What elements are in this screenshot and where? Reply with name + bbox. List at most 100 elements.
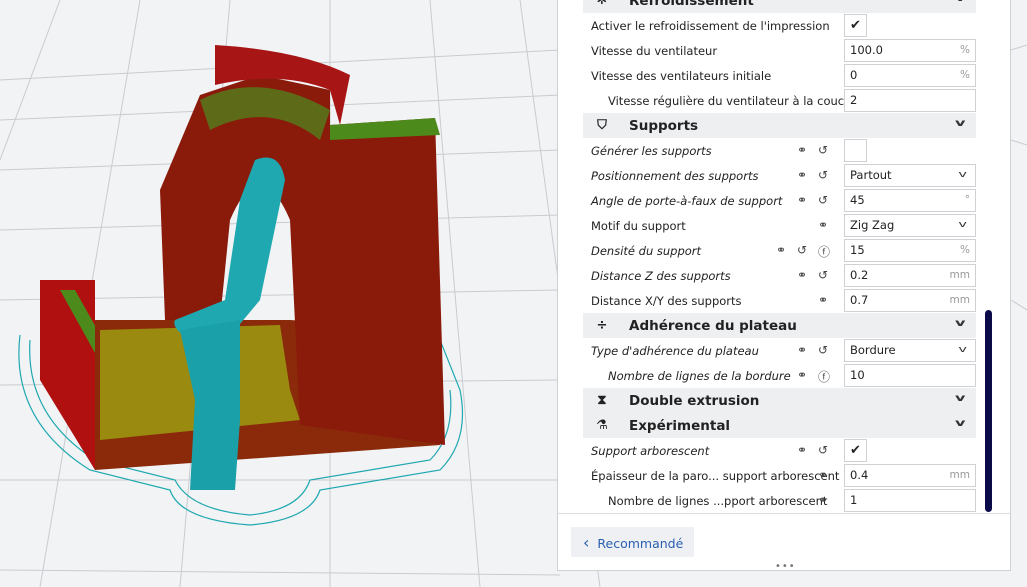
category-label: Supports (629, 117, 699, 134)
setting-checkbox[interactable]: ✔ (844, 439, 867, 462)
support-icon: ⛉ (597, 118, 607, 133)
setting-row: Support arborescent ⚭ ↺ ✔ (583, 438, 976, 463)
input-value: 0.2 (850, 268, 869, 282)
setting-select[interactable]: Bordure v (844, 339, 976, 362)
setting-label: Distance Z des supports (591, 268, 731, 283)
setting-input[interactable]: 45 ° (844, 189, 976, 212)
link-icon: ⚭ (797, 143, 808, 157)
setting-input[interactable]: 1 (844, 489, 976, 512)
select-value: Partout (850, 168, 892, 182)
setting-input[interactable]: 15% (844, 239, 976, 262)
link-icon: ⚭ (797, 443, 808, 457)
3d-model (40, 45, 445, 490)
reset-icon[interactable]: ↺ (818, 168, 828, 182)
setting-label: Angle de porte-à-faux de support (591, 193, 783, 208)
setting-row: Distance Z des supports ⚭ ↺ 0.2 mm (583, 263, 976, 288)
setting-row: Vitesse régulière du ventilateur à la co… (583, 88, 976, 113)
reset-icon[interactable]: ↺ (797, 243, 807, 257)
chevron-down-icon: v (955, 118, 966, 129)
resize-handle[interactable]: ••• (775, 562, 796, 572)
setting-label: Épaisseur de la paro... support arboresc… (591, 468, 840, 483)
input-value: 45 (850, 193, 865, 207)
setting-row: Nombre de lignes de la bordure ⚭ ⓕ 10 (583, 363, 976, 388)
flask-icon: ⚗ (596, 418, 608, 433)
link-icon: ⚭ (818, 493, 829, 507)
unit-label: % (960, 69, 970, 81)
category-exp-rimental[interactable]: ⚗ Expérimental v (583, 413, 976, 438)
setting-select[interactable]: Partout v (844, 164, 976, 187)
setting-row: Activer le refroidissement de l'impressi… (583, 13, 976, 38)
setting-label: Nombre de lignes de la bordure (608, 368, 791, 383)
reset-icon[interactable]: ↺ (818, 268, 828, 282)
link-icon: ⚭ (818, 218, 829, 232)
category-label: Expérimental (629, 417, 731, 434)
link-icon: ⚭ (818, 468, 829, 482)
setting-input[interactable]: 0.2 mm (844, 264, 976, 287)
setting-input[interactable]: 100.0% (844, 39, 976, 62)
category-supports[interactable]: ⛉ Supports v (583, 113, 976, 138)
input-value: 100.0 (850, 43, 883, 57)
reset-icon[interactable]: ↺ (818, 193, 828, 207)
setting-row: Positionnement des supports ⚭ ↺ Partout v (583, 163, 976, 188)
unit-label: mm (949, 294, 970, 306)
setting-label: Vitesse du ventilateur (591, 43, 718, 58)
chevron-down-icon: v (955, 318, 966, 329)
scrollbar[interactable] (985, 310, 992, 512)
setting-label: Distance X/Y des supports (591, 293, 742, 308)
chevron-down-icon: v (955, 418, 966, 429)
category-double-extrusion[interactable]: ⧗ Double extrusion v (583, 388, 976, 413)
reset-icon[interactable]: ↺ (818, 443, 828, 457)
setting-input[interactable]: 0% (844, 64, 976, 87)
link-icon: ⚭ (797, 168, 808, 182)
input-value: 10 (850, 368, 865, 382)
input-value: 0 (850, 68, 858, 82)
settings-list[interactable]: ✲ Refroidissement v Activer le refroidissem… (583, 0, 976, 513)
reset-icon[interactable]: ↺ (818, 343, 828, 357)
chevron-down-icon: v (955, 393, 966, 404)
setting-checkbox[interactable]: ✔ (844, 14, 867, 37)
fan-icon: ✲ (596, 0, 608, 8)
input-value: 0.7 (850, 293, 869, 307)
link-icon: ⚭ (818, 293, 829, 307)
link-icon: ⚭ (797, 343, 808, 357)
input-value: 2 (850, 93, 858, 107)
reset-icon[interactable]: ↺ (818, 143, 828, 157)
category-label: Adhérence du plateau (629, 317, 797, 334)
adhesion-icon: ÷ (596, 318, 608, 333)
link-icon: ⚭ (776, 243, 787, 257)
setting-input[interactable]: 2 (844, 89, 976, 112)
select-value: Zig Zag (850, 218, 895, 232)
setting-row: Épaisseur de la paro... support arboresc… (583, 463, 976, 488)
setting-label: Support arborescent (591, 443, 710, 458)
select-value: Bordure (850, 343, 896, 357)
category-refroidissement[interactable]: ✲ Refroidissement v (583, 0, 976, 13)
setting-label: Nombre de lignes ...pport arborescent (608, 493, 828, 508)
category-label: Double extrusion (629, 392, 760, 409)
chevron-down-icon: v (958, 345, 967, 355)
unit-label: % (960, 244, 970, 256)
link-icon: ⚭ (797, 368, 808, 382)
setting-select[interactable]: Zig Zag v (844, 214, 976, 237)
setting-label: Motif du support (591, 218, 686, 233)
function-icon[interactable]: ⓕ (818, 368, 830, 385)
input-value: 1 (850, 493, 858, 507)
setting-checkbox[interactable] (844, 139, 867, 162)
check-icon: ✔ (850, 443, 861, 458)
setting-input[interactable]: 10 (844, 364, 976, 387)
divider (558, 513, 1010, 514)
setting-input[interactable]: 0.4 mm (844, 464, 976, 487)
setting-row: Angle de porte-à-faux de support ⚭ ↺ 45 ° (583, 188, 976, 213)
unit-label: % (960, 44, 970, 56)
unit-label: ° (964, 194, 970, 206)
function-icon[interactable]: ⓕ (818, 243, 830, 260)
recommended-button[interactable]: ‹ Recommandé (571, 527, 694, 557)
category-adh-rence-du-plateau[interactable]: ÷ Adhérence du plateau v (583, 313, 976, 338)
settings-panel: ✲ Refroidissement v Activer le refroidissem… (557, 0, 1011, 572)
setting-row: Nombre de lignes ...pport arborescent ⚭ 1 (583, 488, 976, 513)
link-icon: ⚭ (797, 193, 808, 207)
dual-extrusion-icon: ⧗ (597, 393, 607, 408)
setting-label: Densité du support (591, 243, 702, 258)
chevron-down-icon: v (958, 170, 967, 180)
unit-label: mm (949, 469, 970, 481)
setting-input[interactable]: 0.7 mm (844, 289, 976, 312)
